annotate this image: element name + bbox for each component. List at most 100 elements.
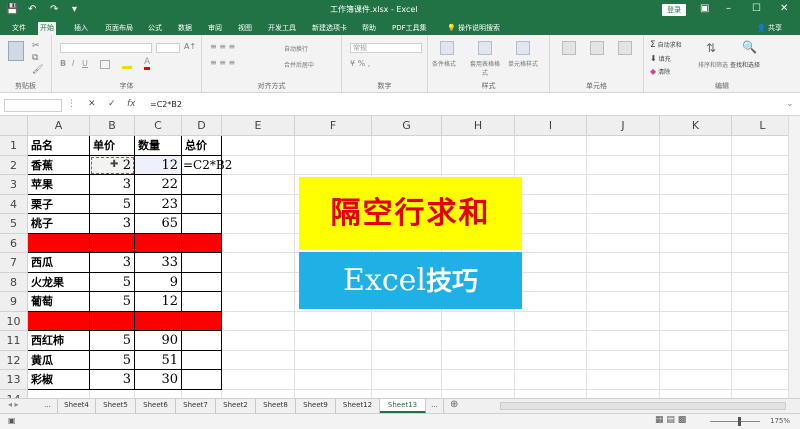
- grid-cell[interactable]: [587, 311, 660, 331]
- table-cell[interactable]: [28, 233, 90, 253]
- table-cell[interactable]: 品名: [28, 136, 90, 156]
- table-cell[interactable]: [90, 311, 135, 331]
- column-header[interactable]: H: [442, 116, 515, 136]
- font-color-icon[interactable]: A: [144, 57, 151, 70]
- close-icon[interactable]: ✕: [780, 2, 788, 16]
- grid-cell[interactable]: [222, 389, 295, 398]
- table-cell[interactable]: 黄瓜: [28, 350, 90, 370]
- table-cell[interactable]: [182, 214, 222, 234]
- grid-cell[interactable]: [222, 350, 295, 370]
- table-cell[interactable]: 栗子: [28, 194, 90, 214]
- grid-cell[interactable]: [515, 311, 587, 331]
- grid-cell[interactable]: [732, 155, 794, 175]
- row-header[interactable]: 2: [0, 155, 28, 175]
- table-cell[interactable]: 3: [90, 370, 135, 390]
- sheet-nav-arrows-icon[interactable]: ◂ ▸: [8, 400, 19, 409]
- table-cell[interactable]: [135, 233, 182, 253]
- grid-cell[interactable]: [515, 389, 587, 398]
- align-top-icon[interactable]: ≡ ≡ ≡: [210, 42, 235, 51]
- sheet-tab[interactable]: Sheet13: [380, 399, 426, 413]
- sheet-tab[interactable]: Sheet9: [296, 399, 336, 413]
- column-header[interactable]: F: [295, 116, 372, 136]
- view-buttons[interactable]: ▦ ▤ ▩: [655, 415, 686, 425]
- zoom-slider[interactable]: [710, 421, 760, 422]
- delete-cells-icon[interactable]: [590, 41, 604, 55]
- table-cell[interactable]: 数量: [135, 136, 182, 156]
- grid-cell[interactable]: [660, 155, 732, 175]
- grid-cell[interactable]: [442, 350, 515, 370]
- grid-cell[interactable]: [515, 175, 587, 195]
- table-cell[interactable]: =C2*B2: [182, 155, 232, 175]
- grid-cell[interactable]: [372, 350, 442, 370]
- grid-cell[interactable]: [222, 272, 295, 292]
- grid-cell[interactable]: [515, 350, 587, 370]
- sheet-tab[interactable]: Sheet4: [58, 399, 96, 413]
- grid-cell[interactable]: [295, 331, 372, 351]
- table-cell[interactable]: [182, 311, 222, 331]
- cell-styles-button[interactable]: 单元格样式: [508, 59, 538, 68]
- worksheet-grid[interactable]: ABCDEFGHIJKL1234567891011121314品名单价数量总价香…: [0, 116, 800, 398]
- clear-button[interactable]: ◆ 清除: [650, 67, 670, 76]
- grid-cell[interactable]: [587, 175, 660, 195]
- grid-cell[interactable]: [442, 311, 515, 331]
- table-cell[interactable]: [182, 175, 222, 195]
- column-header[interactable]: I: [515, 116, 587, 136]
- table-cell[interactable]: 3: [90, 175, 135, 195]
- column-header[interactable]: J: [587, 116, 660, 136]
- table-cell[interactable]: [182, 331, 222, 351]
- conditional-format-icon[interactable]: [440, 41, 454, 55]
- grid-cell[interactable]: [732, 272, 794, 292]
- table-cell[interactable]: [90, 233, 135, 253]
- table-cell[interactable]: 22: [135, 175, 182, 195]
- table-cell[interactable]: 单价: [90, 136, 135, 156]
- redo-icon[interactable]: ↷: [50, 3, 58, 17]
- grid-cell[interactable]: [660, 136, 732, 156]
- table-cell[interactable]: 5: [90, 194, 135, 214]
- select-all-corner[interactable]: [0, 116, 28, 136]
- grid-cell[interactable]: [732, 311, 794, 331]
- grid-cell[interactable]: [660, 292, 732, 312]
- sheet-tab[interactable]: Sheet12: [336, 399, 380, 413]
- column-header[interactable]: C: [135, 116, 182, 136]
- row-header[interactable]: 14: [0, 389, 28, 398]
- grid-cell[interactable]: [660, 331, 732, 351]
- grid-cell[interactable]: [372, 155, 442, 175]
- table-cell[interactable]: 西红柿: [28, 331, 90, 351]
- table-cell[interactable]: 3: [90, 214, 135, 234]
- tab-help[interactable]: 帮助: [360, 22, 378, 35]
- autosum-button[interactable]: Σ 自动求和: [650, 40, 682, 50]
- table-cell[interactable]: [182, 292, 222, 312]
- maximize-icon[interactable]: ☐: [752, 2, 761, 16]
- sheet-tab-more[interactable]: ...: [426, 399, 444, 413]
- table-cell[interactable]: 火龙果: [28, 272, 90, 292]
- ribbon-display-icon[interactable]: ▣: [700, 2, 709, 16]
- login-button[interactable]: 登录: [662, 4, 686, 16]
- table-cell[interactable]: 西瓜: [28, 253, 90, 273]
- tab-home[interactable]: 开始: [38, 22, 56, 35]
- row-header[interactable]: 4: [0, 194, 28, 214]
- table-cell[interactable]: 葡萄: [28, 292, 90, 312]
- grid-cell[interactable]: [660, 370, 732, 390]
- grid-cell[interactable]: [295, 311, 372, 331]
- grid-cell[interactable]: [587, 389, 660, 398]
- grid-cell[interactable]: [182, 389, 222, 398]
- expand-formula-icon[interactable]: ⌄: [786, 99, 794, 109]
- row-header[interactable]: 10: [0, 311, 28, 331]
- grid-cell[interactable]: [660, 233, 732, 253]
- row-header[interactable]: 7: [0, 253, 28, 273]
- grid-cell[interactable]: [222, 370, 295, 390]
- column-header[interactable]: B: [90, 116, 135, 136]
- row-header[interactable]: 6: [0, 233, 28, 253]
- bold-icon[interactable]: B: [60, 59, 66, 68]
- column-header[interactable]: E: [222, 116, 295, 136]
- row-header[interactable]: 9: [0, 292, 28, 312]
- sheet-tab-more[interactable]: ...: [38, 399, 58, 413]
- horizontal-scrollbar[interactable]: [500, 402, 786, 410]
- grid-cell[interactable]: [222, 233, 295, 253]
- grid-cell[interactable]: [515, 136, 587, 156]
- table-cell[interactable]: [182, 194, 222, 214]
- grid-cell[interactable]: [732, 331, 794, 351]
- wrap-text-button[interactable]: 自动换行: [284, 44, 308, 53]
- tab-pdf[interactable]: PDF工具集: [390, 22, 429, 35]
- grid-cell[interactable]: [732, 253, 794, 273]
